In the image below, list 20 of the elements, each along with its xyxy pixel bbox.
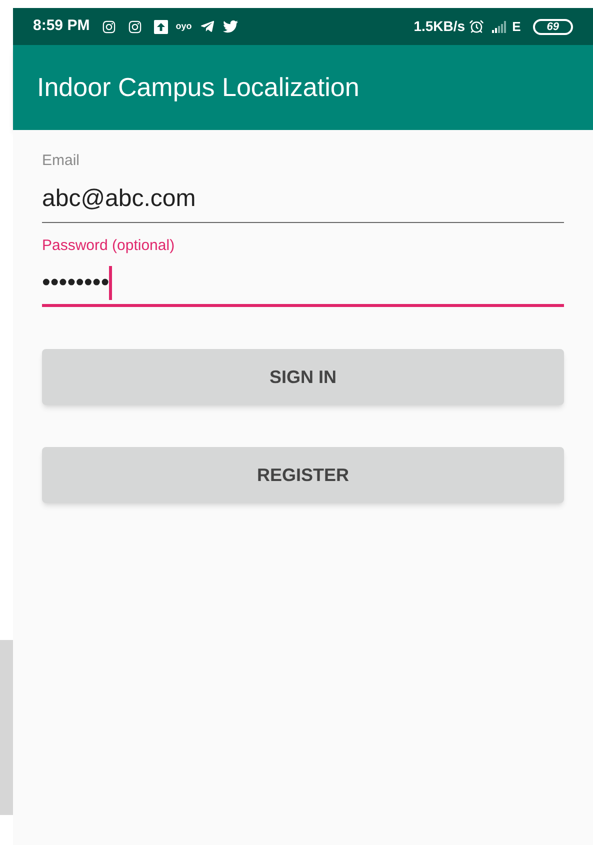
alarm-icon bbox=[469, 19, 484, 34]
bird-icon bbox=[222, 19, 238, 34]
notification-text: oyo bbox=[176, 20, 192, 33]
action-button[interactable]: SIGN IN bbox=[42, 349, 564, 405]
action-button[interactable]: REGISTER bbox=[42, 447, 564, 503]
network-type: E bbox=[512, 18, 521, 36]
app-title: Indoor Campus Localization bbox=[37, 71, 360, 104]
upload-icon bbox=[154, 20, 168, 34]
signal-icon bbox=[492, 20, 508, 32]
input-field[interactable]: •••••••• bbox=[42, 261, 564, 307]
text-cursor bbox=[109, 266, 112, 300]
instagram-icon bbox=[102, 20, 116, 34]
status-time: 8:59 PM bbox=[33, 16, 90, 36]
battery-indicator: 69 bbox=[532, 18, 573, 34]
field-label: Email bbox=[42, 151, 81, 171]
field-label: Password (optional) bbox=[42, 236, 176, 256]
input-field[interactable]: abc@abc.com bbox=[42, 176, 564, 222]
network-speed: 1.5KB/s bbox=[414, 17, 466, 36]
paper-plane-icon bbox=[200, 19, 215, 34]
instagram-icon bbox=[128, 20, 142, 34]
